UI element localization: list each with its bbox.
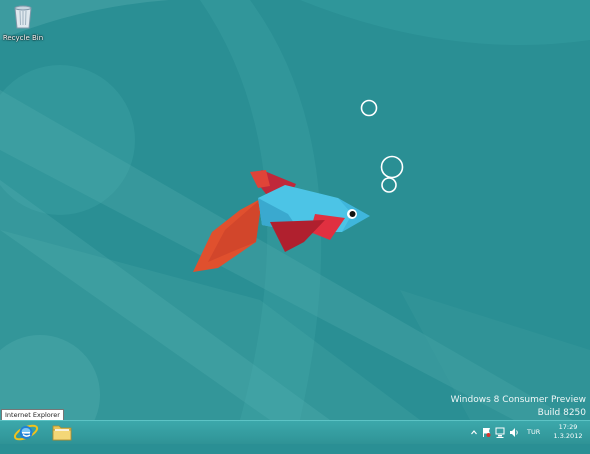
action-center-flag-icon xyxy=(483,428,491,437)
volume-button[interactable] xyxy=(508,421,520,444)
desktop-icon-recycle-bin[interactable]: Recycle Bin xyxy=(2,3,44,42)
watermark-build: Build 8250 xyxy=(537,408,586,418)
wallpaper xyxy=(0,0,590,420)
recycle-bin-icon xyxy=(14,5,32,29)
taskbar: TUR 17:29 1.3.2012 xyxy=(0,420,590,444)
chevron-up-icon xyxy=(471,430,477,435)
clock-date: 1.3.2012 xyxy=(553,432,583,440)
show-hidden-icons-button[interactable] xyxy=(470,421,478,444)
taskbar-tooltip: Internet Explorer xyxy=(1,409,64,420)
clock[interactable]: 17:29 1.3.2012 xyxy=(548,423,588,441)
taskbar-button-file-explorer[interactable] xyxy=(45,422,79,443)
speaker-icon xyxy=(510,428,518,437)
network-icon xyxy=(495,427,505,438)
desktop-icon-label: Recycle Bin xyxy=(2,34,44,42)
watermark-edition: Windows 8 Consumer Preview xyxy=(450,395,586,405)
input-language-button[interactable]: TUR xyxy=(527,421,540,444)
network-button[interactable] xyxy=(494,421,506,444)
clock-time: 17:29 xyxy=(558,423,578,431)
desktop: Recycle Bin Windows 8 Consumer Preview B… xyxy=(0,0,590,420)
internet-explorer-icon xyxy=(13,424,39,441)
folder-icon xyxy=(52,425,72,441)
taskbar-button-internet-explorer[interactable] xyxy=(9,422,43,443)
action-center-button[interactable] xyxy=(481,421,492,444)
